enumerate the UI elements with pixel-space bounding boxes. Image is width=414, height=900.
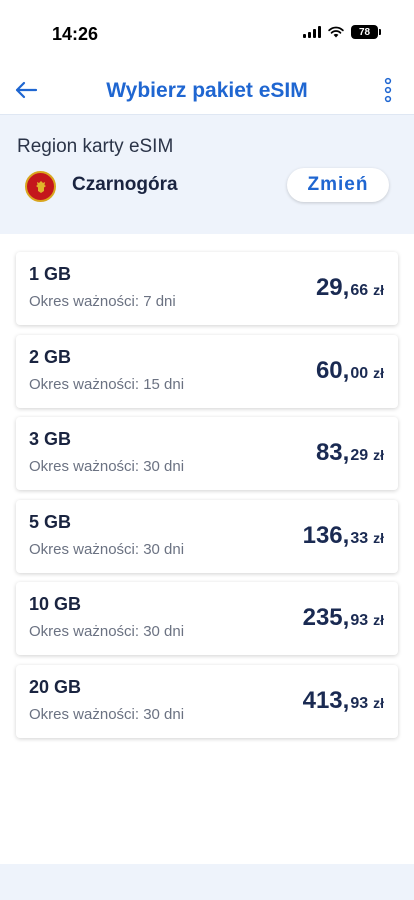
arrow-left-icon — [15, 81, 38, 99]
price-integer: 83, — [315, 439, 350, 466]
battery-icon: 78 — [351, 25, 381, 39]
region-label: Region karty eSIM — [17, 136, 174, 157]
price-integer: 136, — [302, 521, 350, 549]
package-price: 60, 00 zł — [316, 357, 384, 385]
app-header: Wybierz pakiet eSIM — [0, 68, 414, 114]
country-name: Czarnogóra — [72, 174, 178, 195]
page-title: Wybierz pakiet eSIM — [106, 79, 308, 102]
price-currency: zł — [373, 694, 384, 711]
status-bar: 14:26 78 — [0, 0, 414, 68]
price-integer: 29, — [315, 274, 350, 301]
price-currency: zł — [373, 612, 384, 628]
package-size: 3 GB — [29, 429, 72, 449]
wifi-icon — [328, 26, 344, 38]
status-icons: 78 — [303, 25, 381, 39]
package-size: 10 GB — [29, 594, 82, 614]
price-decimal: 00 — [350, 364, 369, 382]
price-currency: zł — [373, 529, 384, 546]
price-integer: 413, — [302, 686, 350, 714]
package-validity: Okres ważności: 30 dni — [29, 540, 185, 558]
package-validity: Okres ważności: 30 dni — [29, 623, 185, 640]
package-validity: Okres ważności: 15 dni — [29, 375, 185, 393]
package-card[interactable]: 2 GB Okres ważności: 15 dni 60, 00 zł — [16, 334, 398, 408]
package-size: 5 GB — [29, 511, 72, 532]
more-vertical-icon — [384, 77, 392, 103]
more-options-button[interactable] — [382, 77, 394, 103]
package-price: 413, 93 zł — [303, 687, 384, 715]
price-decimal: 93 — [350, 612, 369, 629]
package-card[interactable]: 10 GB Okres ważności: 30 dni 235, 93 zł — [16, 582, 398, 655]
price-decimal: 33 — [350, 529, 369, 547]
region-section: Region karty eSIM Czarnogóra Zmień — [0, 114, 414, 234]
price-decimal: 66 — [350, 282, 369, 299]
package-size: 2 GB — [29, 346, 72, 367]
package-card[interactable]: 1 GB Okres ważności: 7 dni 29, 66 zł — [16, 252, 398, 325]
package-card[interactable]: 3 GB Okres ważności: 30 dni 83, 29 zł — [16, 417, 398, 490]
package-size: 1 GB — [29, 264, 72, 284]
price-currency: zł — [373, 364, 384, 381]
bottom-bar — [0, 864, 414, 900]
status-time: 14:26 — [52, 24, 99, 44]
package-price: 29, 66 zł — [316, 274, 384, 302]
package-validity: Okres ważności: 30 dni — [29, 705, 185, 723]
montenegro-flag-icon — [25, 171, 56, 202]
back-button[interactable] — [12, 76, 40, 104]
price-integer: 235, — [302, 604, 350, 631]
package-price: 136, 33 zł — [303, 522, 384, 550]
price-decimal: 93 — [350, 694, 369, 712]
price-decimal: 29 — [350, 447, 369, 464]
price-currency: zł — [373, 447, 384, 463]
package-price: 83, 29 zł — [316, 439, 384, 467]
package-validity: Okres ważności: 7 dni — [29, 293, 176, 310]
cellular-signal-icon — [303, 26, 321, 38]
change-region-button[interactable]: Zmień — [287, 168, 389, 202]
price-integer: 60, — [315, 356, 350, 384]
package-size: 20 GB — [29, 676, 82, 697]
package-validity: Okres ważności: 30 dni — [29, 458, 185, 475]
price-currency: zł — [373, 282, 384, 298]
package-card[interactable]: 20 GB Okres ważności: 30 dni 413, 93 zł — [16, 664, 398, 738]
package-card[interactable]: 5 GB Okres ważności: 30 dni 136, 33 zł — [16, 499, 398, 573]
package-list: 1 GB Okres ważności: 7 dni 29, 66 zł 2 G… — [16, 252, 398, 747]
package-price: 235, 93 zł — [303, 604, 384, 632]
